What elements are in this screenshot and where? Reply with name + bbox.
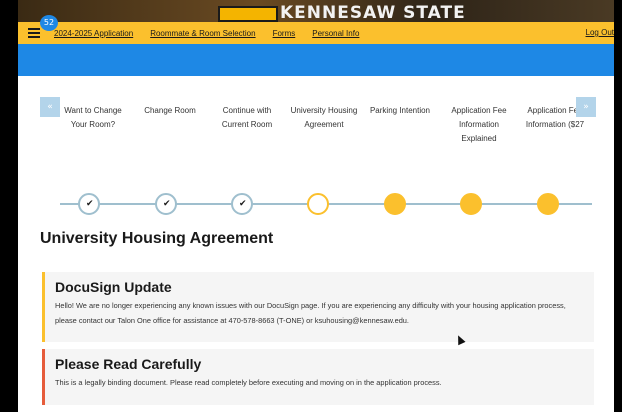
banner-institution-name: KENNESAW STATE	[280, 3, 466, 22]
logout-link[interactable]: Log Out	[586, 28, 614, 37]
top-navbar: 2024-2025 Application Roommate & Room Se…	[18, 22, 614, 44]
notice-body: This is a legally binding document. Plea…	[55, 378, 442, 387]
check-icon: ✔	[163, 199, 171, 209]
header-band	[18, 44, 614, 76]
nav-link-roommate-room-selection[interactable]: Roommate & Room Selection	[150, 29, 255, 38]
nav-link-forms[interactable]: Forms	[273, 29, 296, 38]
step-tab-change-room[interactable]: Change Room	[133, 104, 207, 118]
step-tab-housing-agreement[interactable]: University Housing Agreement	[287, 104, 361, 132]
university-logo	[218, 6, 278, 22]
step-tab-want-to-change-room[interactable]: Want to Change Your Room?	[56, 104, 130, 132]
step-tab-parking-intention[interactable]: Parking Intention	[363, 104, 437, 118]
notice-title: Please Read Carefully	[55, 356, 202, 372]
check-icon: ✔	[86, 199, 94, 209]
nav-link-personal-info[interactable]: Personal Info	[312, 29, 359, 38]
check-icon: ✔	[239, 199, 247, 209]
steps-carousel: « Want to Change Your Room? Change Room …	[40, 97, 596, 147]
progress-step-5	[384, 193, 406, 215]
progress-step-3: ✔	[231, 193, 253, 215]
app-window: KENNESAW STATE 2024-2025 Application Roo…	[18, 0, 614, 412]
progress-step-7	[537, 193, 559, 215]
notification-badge[interactable]: 52	[40, 15, 58, 31]
page-title: University Housing Agreement	[40, 230, 274, 247]
notice-title: DocuSign Update	[55, 279, 172, 295]
progress-step-4	[307, 193, 329, 215]
progress-step-1: ✔	[78, 193, 100, 215]
notice-body: Hello! We are no longer experiencing any…	[55, 301, 566, 325]
docusign-update-notice: DocuSign Update Hello! We are no longer …	[42, 272, 594, 342]
step-tab-continue-current-room[interactable]: Continue with Current Room	[210, 104, 284, 132]
site-banner: KENNESAW STATE	[18, 0, 614, 22]
progress-step-2: ✔	[155, 193, 177, 215]
step-tab-application-fee-explained[interactable]: Application Fee Information Explained	[442, 104, 516, 146]
chevron-right-icon[interactable]: »	[576, 97, 596, 117]
progress-step-6	[460, 193, 482, 215]
menu-icon	[28, 28, 40, 30]
read-carefully-notice: Please Read Carefully This is a legally …	[42, 349, 594, 405]
nav-link-application[interactable]: 2024-2025 Application	[54, 29, 133, 38]
